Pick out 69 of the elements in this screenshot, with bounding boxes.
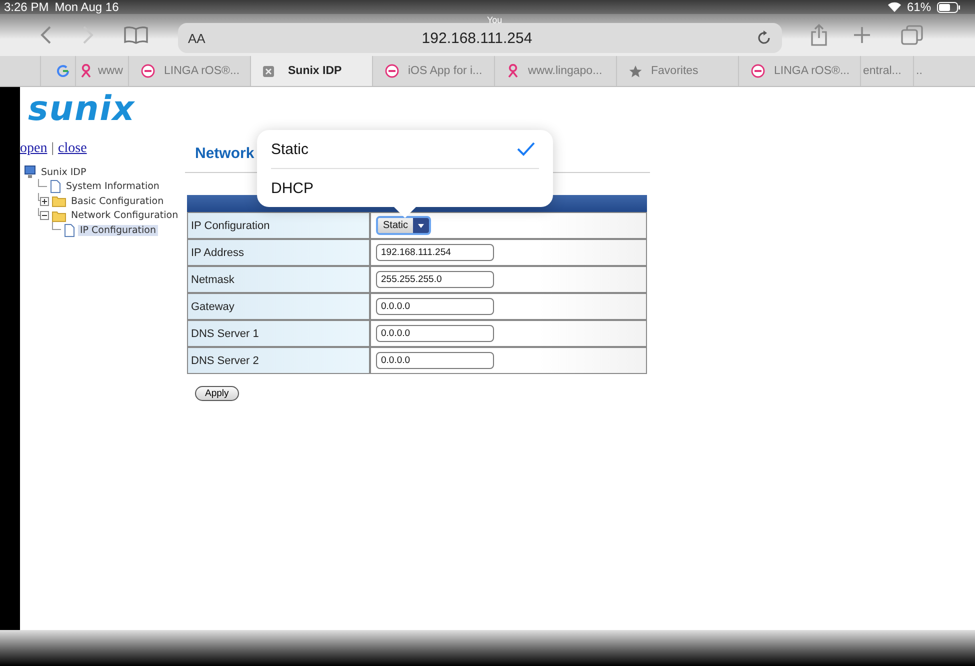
- star-icon: [629, 64, 642, 78]
- input-field[interactable]: 0.0.0.0: [376, 352, 494, 369]
- field-label: IP Configuration: [187, 212, 371, 239]
- status-time: 3:26 PM: [4, 0, 49, 14]
- field-label: Netmask: [187, 266, 371, 293]
- battery-percent: 61%: [906, 0, 931, 14]
- figure-icon: [507, 64, 519, 78]
- picker-option[interactable]: Static: [271, 130, 539, 169]
- page-heading: Network: [195, 145, 254, 162]
- circle-logo-icon: [141, 64, 155, 78]
- page-icon: [64, 224, 75, 237]
- folder-icon: [52, 195, 66, 208]
- tree-item[interactable]: System Information: [64, 181, 162, 192]
- tab-label: www: [98, 65, 123, 77]
- wifi-icon: [888, 2, 901, 12]
- field-label: DNS Server 1: [187, 320, 371, 347]
- apply-button[interactable]: Apply: [195, 386, 239, 401]
- tree-item[interactable]: Network Configuration: [69, 210, 180, 222]
- tab-label: LINGA rOS®...: [774, 65, 850, 77]
- status-date: Mon Aug 16: [54, 0, 119, 14]
- share-icon[interactable]: [810, 24, 828, 46]
- expander-icon[interactable]: [40, 211, 49, 220]
- address-bar[interactable]: AA 192.168.111.254: [178, 23, 782, 53]
- toolbar-label: You: [487, 15, 502, 25]
- back-icon[interactable]: [40, 25, 52, 45]
- input-field[interactable]: 0.0.0.0: [376, 325, 494, 342]
- circle-logo-icon: [385, 64, 399, 78]
- tab-label: entral...: [863, 65, 902, 77]
- field-label: DNS Server 2: [187, 347, 371, 374]
- option-label: Static: [271, 140, 309, 158]
- reader-button[interactable]: AA: [188, 30, 218, 46]
- sunix-logo: sunix: [28, 89, 136, 129]
- checkmark-icon: [517, 142, 535, 156]
- folder-icon: [52, 210, 66, 222]
- field-label: Gateway: [187, 293, 371, 320]
- input-field[interactable]: 255.255.255.0: [376, 271, 494, 288]
- page-icon: [50, 180, 61, 194]
- tab-label: LINGA rOS®...: [164, 65, 240, 77]
- tab-label: ..: [916, 65, 922, 77]
- tab-label: www.lingapo...: [528, 65, 602, 77]
- tabs-icon[interactable]: [901, 25, 923, 45]
- link-separator: |: [51, 141, 54, 157]
- tree-item[interactable]: IP Configuration: [78, 224, 158, 236]
- plus-icon[interactable]: [853, 26, 871, 44]
- computer-icon: [24, 165, 36, 180]
- input-field[interactable]: 192.168.111.254: [376, 244, 494, 261]
- book-icon[interactable]: [124, 26, 148, 44]
- close-icon[interactable]: [263, 66, 274, 76]
- url-text: 192.168.111.254: [420, 30, 534, 46]
- caret-icon: [418, 224, 424, 228]
- tab-label: iOS App for i...: [408, 65, 482, 77]
- option-label: DHCP: [271, 180, 314, 196]
- field-label: IP Address: [187, 239, 371, 266]
- figure-icon: [80, 64, 92, 78]
- input-field[interactable]: 0.0.0.0: [376, 298, 494, 315]
- open-link[interactable]: open: [20, 141, 48, 157]
- google-icon: [57, 65, 69, 77]
- tree-item[interactable]: Sunix IDP: [39, 166, 88, 178]
- battery-icon: [937, 2, 961, 12]
- tab-label: Favorites: [651, 65, 698, 77]
- tree-item[interactable]: Basic Configuration: [69, 196, 166, 207]
- close-link[interactable]: close: [58, 141, 87, 157]
- select-dropdown[interactable]: Static: [376, 216, 432, 235]
- browser-tab[interactable]: Sunix IDP: [250, 56, 372, 86]
- picker-option[interactable]: DHCP: [271, 169, 539, 207]
- expander-icon[interactable]: [40, 196, 49, 206]
- tab-label: Sunix IDP: [288, 65, 342, 77]
- reload-icon[interactable]: [756, 30, 772, 46]
- circle-logo-icon: [751, 64, 765, 78]
